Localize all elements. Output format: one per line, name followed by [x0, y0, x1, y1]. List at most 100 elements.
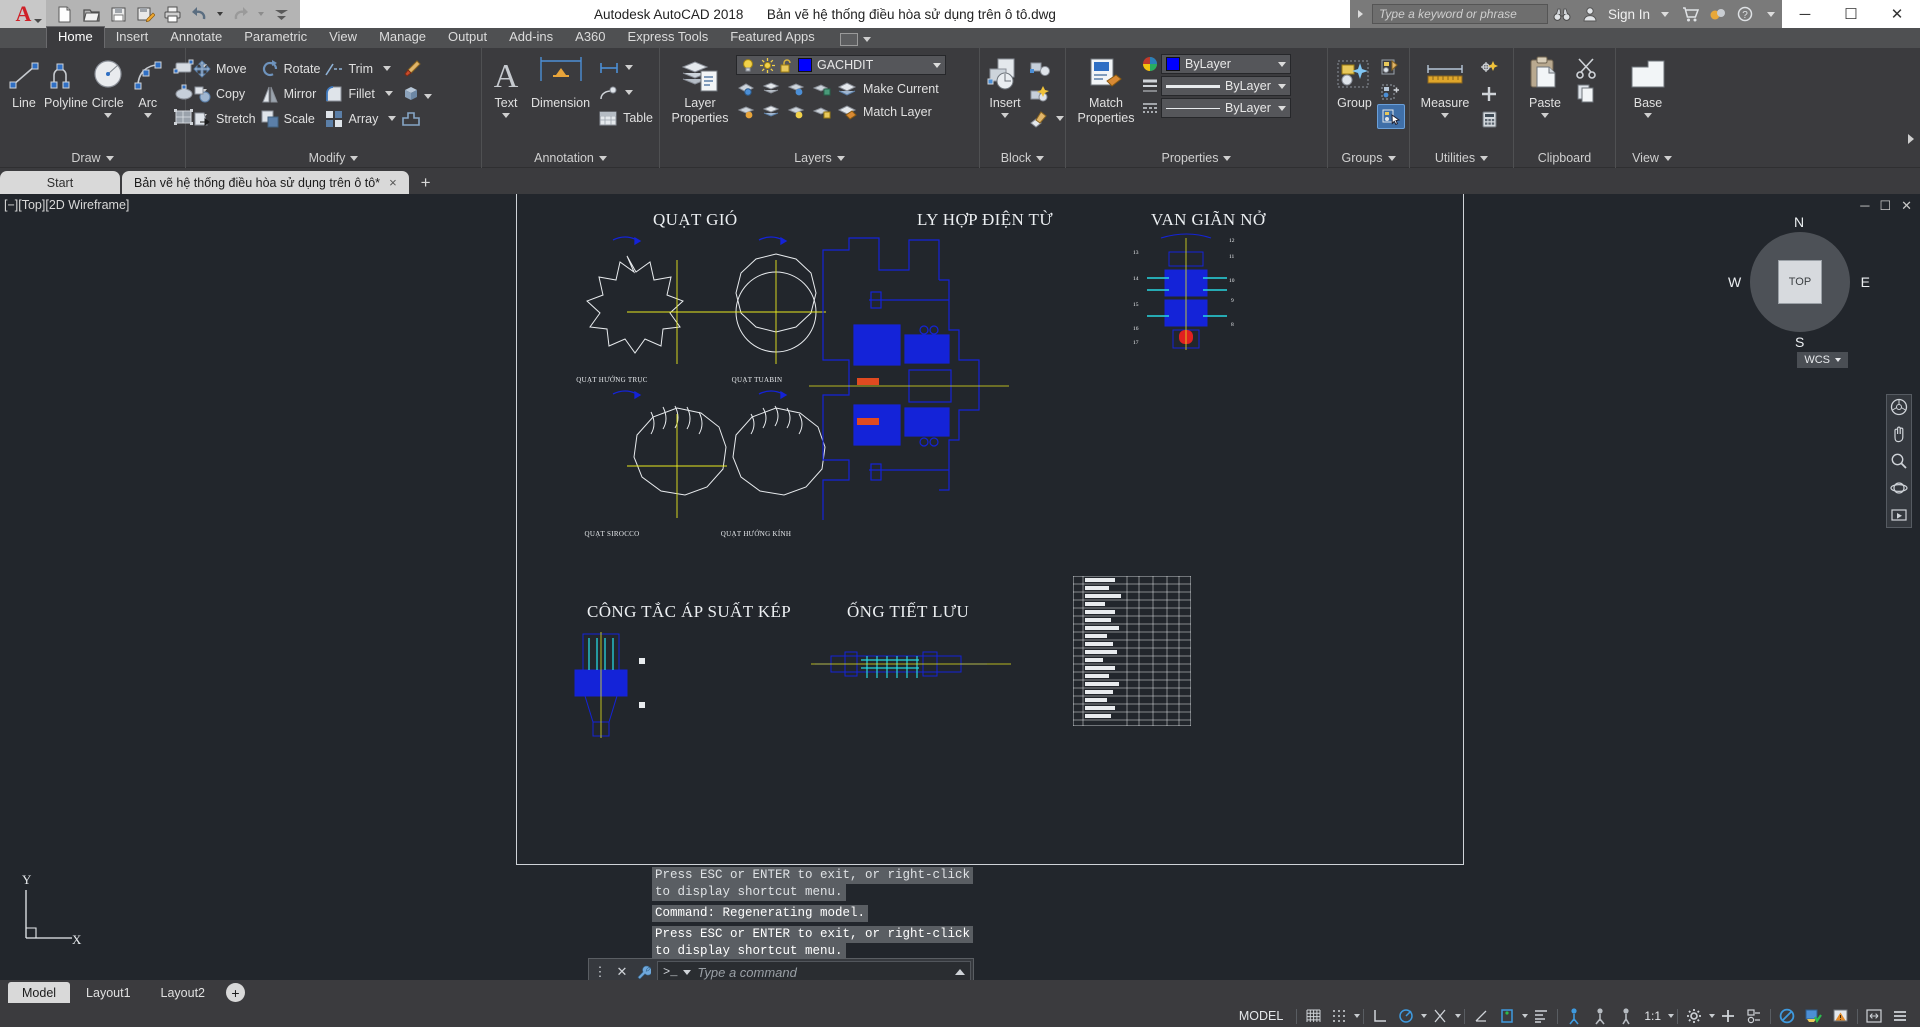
- layer-off-icon[interactable]: [786, 79, 808, 98]
- copy-button[interactable]: Copy: [190, 81, 258, 106]
- new-layout-button[interactable]: +: [226, 983, 246, 1002]
- wcs-dropdown[interactable]: WCS: [1797, 352, 1848, 368]
- close-button[interactable]: ✕: [1874, 0, 1920, 28]
- panel-label-utilities[interactable]: Utilities: [1410, 148, 1514, 168]
- fillet-button[interactable]: Fillet: [322, 81, 398, 106]
- match-layer-icon[interactable]: [836, 102, 860, 121]
- arc-button[interactable]: Arc: [128, 51, 168, 118]
- fullscreen-button[interactable]: [1861, 1005, 1887, 1027]
- leader-dropdown-icon[interactable]: [625, 90, 634, 95]
- chevron-down-icon[interactable]: [1278, 83, 1286, 89]
- 3d-modify-button[interactable]: [398, 81, 424, 106]
- viewcube-south-label[interactable]: S: [1795, 334, 1804, 350]
- insert-dropdown-icon[interactable]: [1001, 113, 1009, 118]
- command-line[interactable]: ⋮ ✕ >_ Type a command: [588, 958, 974, 980]
- layer-unisolate-icon[interactable]: [736, 102, 758, 121]
- ribbon-minimize-button[interactable]: [839, 33, 858, 46]
- point-button[interactable]: [1476, 81, 1502, 106]
- maximize-button[interactable]: ☐: [1828, 0, 1874, 28]
- polar-tracking-button[interactable]: [1393, 1005, 1419, 1027]
- arc-dropdown-icon[interactable]: [143, 113, 152, 118]
- drawing-sheet[interactable]: QUẠT GIÓ LY HỢP ĐIỆN TỪ VAN GIÃN NỞ CÔNG…: [516, 194, 1464, 865]
- ortho-mode-button[interactable]: [1367, 1005, 1393, 1027]
- isolate-objects-button[interactable]: [1774, 1005, 1800, 1027]
- tab-insert[interactable]: Insert: [105, 27, 160, 48]
- transparency-button[interactable]: [1587, 1005, 1613, 1027]
- lineweight-list-icon[interactable]: [1142, 78, 1158, 94]
- base-button[interactable]: Base: [1620, 51, 1676, 118]
- create-block-button[interactable]: [1026, 56, 1066, 81]
- hardware-acceleration-button[interactable]: [1800, 1005, 1827, 1027]
- table-button[interactable]: Table: [595, 105, 655, 130]
- tab-featured-apps[interactable]: Featured Apps: [719, 27, 826, 48]
- autodesk-store-icon[interactable]: [1676, 0, 1704, 28]
- paste-button[interactable]: Paste: [1518, 51, 1572, 118]
- viewcube-top-face[interactable]: TOP: [1778, 260, 1822, 304]
- layout-tab-model[interactable]: Model: [8, 982, 71, 1003]
- calculator-button[interactable]: [1476, 106, 1502, 131]
- dimension-button[interactable]: Dimension: [526, 51, 595, 110]
- panel-label-modify[interactable]: Modify: [186, 148, 482, 168]
- zoom-icon[interactable]: [1890, 452, 1908, 470]
- tab-a360[interactable]: A360: [564, 27, 616, 48]
- lineweight-dropdown[interactable]: ByLayer: [1161, 76, 1291, 96]
- fillet-dropdown-icon[interactable]: [384, 91, 393, 96]
- file-tab-document[interactable]: Bản vẽ hệ thống điều hòa sử dụng trên ô …: [122, 171, 409, 194]
- sign-in-label[interactable]: Sign In: [1604, 7, 1654, 22]
- snap-dropdown-icon[interactable]: [1354, 1014, 1361, 1018]
- infocenter-expand-icon[interactable]: [1350, 0, 1372, 28]
- tab-manage[interactable]: Manage: [368, 27, 437, 48]
- search-input[interactable]: Type a keyword or phrase: [1371, 4, 1548, 24]
- layout-tab-layout2[interactable]: Layout2: [147, 982, 219, 1003]
- object-snap-button[interactable]: [1427, 1005, 1453, 1027]
- make-current-label[interactable]: Make Current: [863, 82, 939, 96]
- stretch-button[interactable]: Stretch: [190, 106, 258, 131]
- match-properties-button[interactable]: Match Properties: [1070, 51, 1142, 125]
- trim-button[interactable]: Trim: [322, 56, 398, 81]
- mirror-button[interactable]: Mirror: [258, 81, 323, 106]
- chevron-down-icon[interactable]: [1278, 61, 1286, 67]
- measure-dropdown-icon[interactable]: [1441, 113, 1449, 118]
- command-line-grip-icon[interactable]: ⋮: [589, 959, 611, 980]
- quick-select-button[interactable]: [1476, 56, 1502, 81]
- layer-unlock-icon[interactable]: [811, 102, 833, 121]
- measure-button[interactable]: Measure: [1414, 51, 1476, 118]
- scale-button[interactable]: Scale: [258, 106, 323, 131]
- color-wheel-icon[interactable]: [1142, 56, 1158, 72]
- annotation-monitor-button[interactable]: [1715, 1005, 1741, 1027]
- pan-hand-icon[interactable]: [1890, 425, 1908, 443]
- help-dropdown-icon[interactable]: [1760, 0, 1782, 28]
- show-motion-icon[interactable]: [1890, 506, 1908, 524]
- layout-tab-layout1[interactable]: Layout1: [72, 982, 144, 1003]
- panel-label-block[interactable]: Block: [980, 148, 1066, 168]
- chevron-down-bar-icon[interactable]: [269, 2, 294, 26]
- modify-expand-icon[interactable]: [424, 94, 433, 114]
- move-button[interactable]: Move: [190, 56, 258, 81]
- paste-dropdown-icon[interactable]: [1541, 113, 1549, 118]
- circle-dropdown-icon[interactable]: [103, 113, 112, 118]
- base-dropdown-icon[interactable]: [1644, 113, 1652, 118]
- layer-properties-button[interactable]: Layer Properties: [664, 51, 736, 125]
- open-folder-icon[interactable]: [79, 2, 104, 26]
- viewport-label[interactable]: [−][Top][2D Wireframe]: [4, 198, 129, 212]
- leader-button[interactable]: [595, 80, 655, 105]
- panel-label-properties[interactable]: Properties: [1066, 148, 1328, 168]
- linetype-list-icon[interactable]: [1142, 100, 1158, 116]
- trim-dropdown-icon[interactable]: [382, 66, 391, 71]
- copy-clip-button[interactable]: [1572, 80, 1600, 105]
- undo-dropdown-icon[interactable]: [217, 12, 223, 16]
- group-selection-toggle[interactable]: [1377, 104, 1405, 129]
- offset-button[interactable]: [398, 106, 424, 131]
- search-binoculars-icon[interactable]: [1548, 0, 1576, 28]
- ungroup-button[interactable]: [1377, 79, 1405, 104]
- polyline-button[interactable]: Polyline: [44, 51, 88, 110]
- edit-attribute-button[interactable]: [1026, 81, 1066, 106]
- rotate-button[interactable]: Rotate: [258, 56, 323, 81]
- help-icon[interactable]: ?: [1732, 0, 1760, 28]
- selection-cycling-button[interactable]: [1613, 1005, 1639, 1027]
- tab-annotate[interactable]: Annotate: [159, 27, 233, 48]
- command-history-expand-icon[interactable]: [955, 969, 965, 975]
- dynamic-ucs-button[interactable]: [1494, 1005, 1520, 1027]
- viewport-close-icon[interactable]: ✕: [1901, 198, 1912, 214]
- viewport-restore-icon[interactable]: ☐: [1879, 198, 1891, 214]
